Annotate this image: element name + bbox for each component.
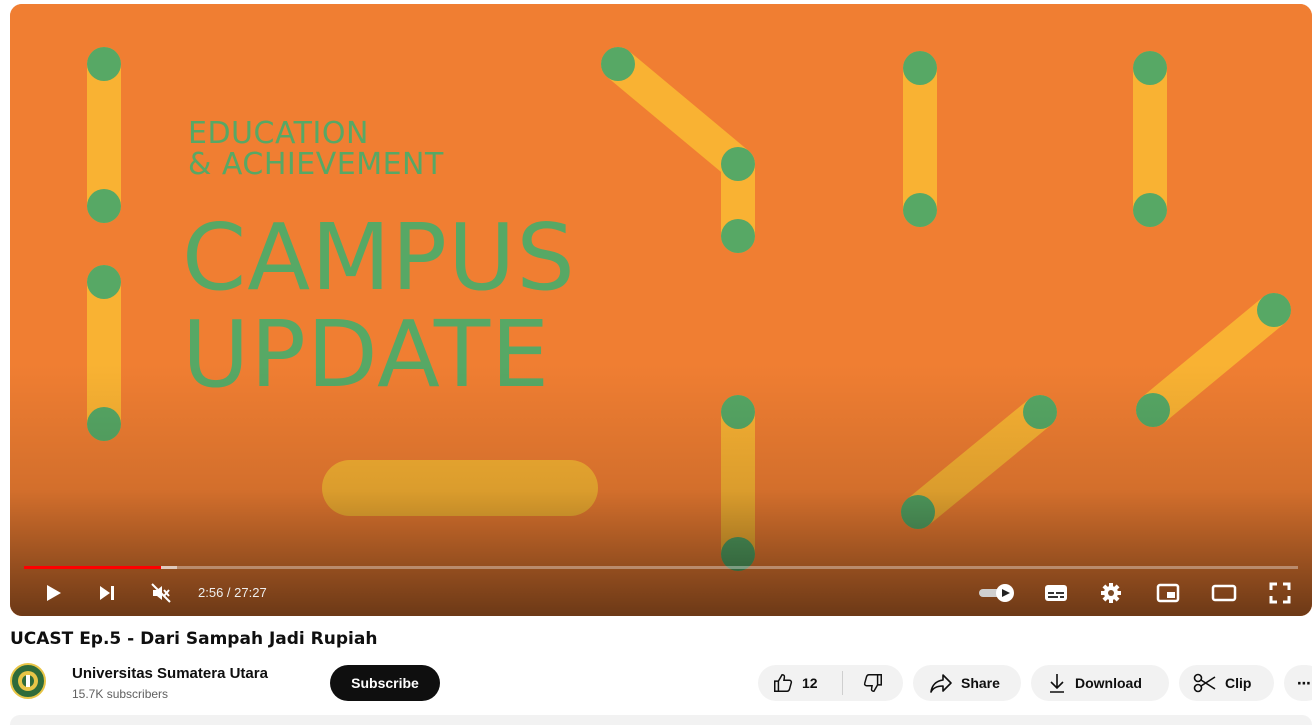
download-button[interactable]: Download <box>1031 665 1169 701</box>
player-controls: 2:56 / 27:27 <box>10 574 1312 614</box>
description-box-edge[interactable] <box>10 715 1312 725</box>
subtitles-icon <box>1045 585 1067 601</box>
theater-mode-icon <box>1211 584 1237 602</box>
share-arrow-icon <box>929 672 953 694</box>
muted-speaker-icon <box>151 583 171 603</box>
next-button[interactable] <box>92 578 122 608</box>
progress-bar[interactable] <box>24 566 1298 569</box>
video-title: UCAST Ep.5 - Dari Sampah Jadi Rupiah <box>10 629 378 649</box>
subscribe-button[interactable]: Subscribe <box>330 665 440 701</box>
share-button[interactable]: Share <box>913 665 1021 701</box>
mute-button[interactable] <box>146 578 176 608</box>
play-icon <box>47 585 61 601</box>
next-icon <box>100 586 114 600</box>
art-update-text: UPDATE <box>182 301 551 408</box>
miniplayer-icon <box>1156 583 1180 603</box>
download-label: Download <box>1075 675 1142 691</box>
like-dislike-group: 12 <box>758 665 903 701</box>
channel-avatar[interactable] <box>10 663 46 699</box>
thumbs-up-icon <box>772 672 794 694</box>
more-horizontal-icon: ⋯ <box>1297 674 1311 691</box>
autoplay-toggle-icon <box>979 584 1014 602</box>
university-logo-icon <box>13 666 43 696</box>
progress-played <box>24 566 162 569</box>
more-actions-button[interactable]: ⋯ <box>1284 665 1312 701</box>
clip-button[interactable]: Clip <box>1179 665 1274 701</box>
download-icon <box>1047 672 1067 694</box>
autoplay-toggle[interactable] <box>976 578 1018 608</box>
theater-mode-button[interactable] <box>1208 578 1240 608</box>
dislike-button[interactable] <box>843 665 903 701</box>
settings-button[interactable] <box>1096 578 1126 608</box>
art-campus-text: CAMPUS <box>182 204 576 311</box>
art-education-text: EDUCATION <box>188 116 369 151</box>
fullscreen-button[interactable] <box>1264 578 1296 608</box>
like-button[interactable]: 12 <box>758 665 842 701</box>
subscriber-count: 15.7K subscribers <box>72 687 169 701</box>
art-achievement-text: & ACHIEVEMENT <box>188 147 444 182</box>
gear-icon <box>1101 583 1121 603</box>
thumbs-down-icon <box>862 672 884 694</box>
like-count: 12 <box>802 675 818 691</box>
subtitles-button[interactable] <box>1040 578 1072 608</box>
play-button[interactable] <box>38 578 68 608</box>
time-display: 2:56 / 27:27 <box>198 585 267 600</box>
miniplayer-button[interactable] <box>1152 578 1184 608</box>
scissors-icon <box>1193 672 1217 694</box>
fullscreen-icon <box>1269 582 1291 604</box>
clip-label: Clip <box>1225 675 1252 691</box>
video-player[interactable]: EDUCATION & ACHIEVEMENT CAMPUS UPDATE 2:… <box>10 4 1312 616</box>
channel-name[interactable]: Universitas Sumatera Utara <box>72 665 268 682</box>
share-label: Share <box>961 675 1000 691</box>
